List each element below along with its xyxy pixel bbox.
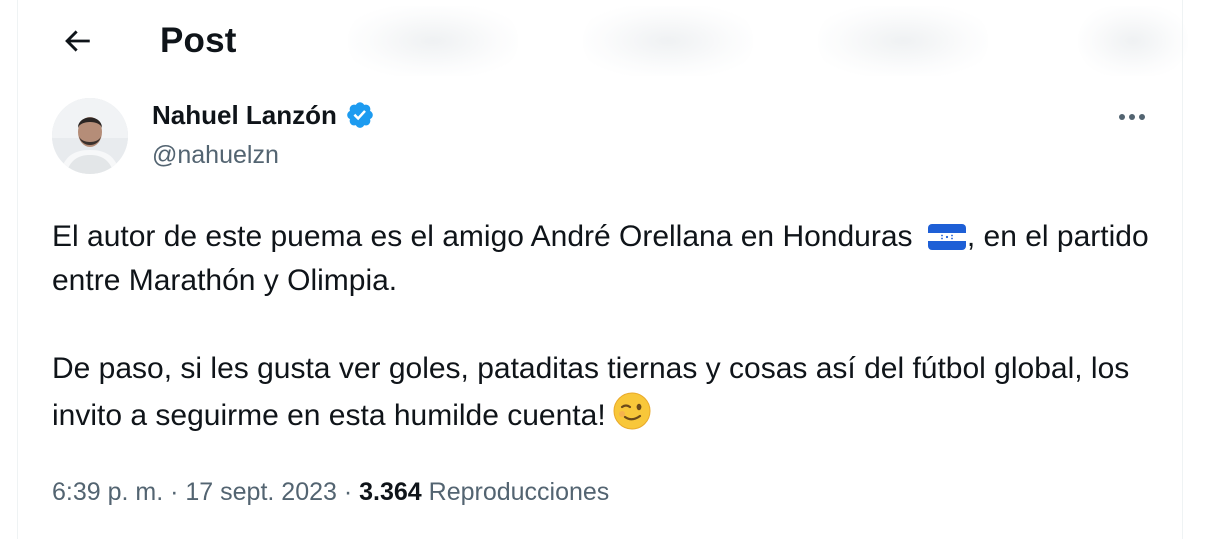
post-page: Post Nahuel Lanzón @nahuelzn El autor de… bbox=[0, 0, 1224, 539]
header-blur-shape bbox=[583, 6, 753, 76]
honduras-flag-icon bbox=[927, 224, 966, 250]
meta-separator: · bbox=[336, 478, 360, 506]
post-paragraph-1-start: El autor de este puema es el amigo André… bbox=[52, 220, 913, 253]
author-name-row[interactable]: Nahuel Lanzón bbox=[152, 98, 375, 132]
post-text: El autor de este puema es el amigo André… bbox=[52, 215, 1162, 438]
author-handle[interactable]: @nahuelzn bbox=[152, 138, 279, 172]
page-title: Post bbox=[160, 21, 237, 60]
panel-border-right bbox=[1182, 0, 1183, 539]
verified-badge-icon bbox=[347, 102, 373, 128]
post-paragraph-2-text: De paso, si les gusta ver goles, patadit… bbox=[52, 352, 1130, 432]
more-options-button[interactable] bbox=[1110, 100, 1154, 134]
back-button[interactable] bbox=[54, 18, 100, 64]
arrow-left-icon bbox=[65, 30, 90, 52]
post-paragraph-1: El autor de este puema es el amigo André… bbox=[52, 215, 1162, 303]
avatar[interactable] bbox=[52, 98, 128, 174]
winking-face-icon bbox=[613, 392, 651, 430]
header-blur-shape bbox=[818, 6, 988, 76]
post-header: Post bbox=[18, 0, 1188, 86]
meta-separator: · bbox=[163, 478, 186, 506]
header-blur-shape bbox=[348, 6, 518, 76]
views-label: Reproducciones bbox=[428, 478, 610, 506]
post-date[interactable]: 17 sept. 2023 bbox=[185, 478, 337, 506]
post-paragraph-2: De paso, si les gusta ver goles, patadit… bbox=[52, 347, 1162, 438]
views-count: 3.364 bbox=[359, 478, 422, 506]
author-name[interactable]: Nahuel Lanzón bbox=[152, 98, 337, 132]
header-blur-shape bbox=[1078, 6, 1188, 76]
more-horizontal-icon bbox=[1119, 114, 1145, 120]
post-time[interactable]: 6:39 p. m. bbox=[52, 478, 163, 506]
post-meta: 6:39 p. m. · 17 sept. 2023 · 3.364 Repro… bbox=[52, 474, 609, 510]
avatar-photo bbox=[52, 98, 128, 174]
